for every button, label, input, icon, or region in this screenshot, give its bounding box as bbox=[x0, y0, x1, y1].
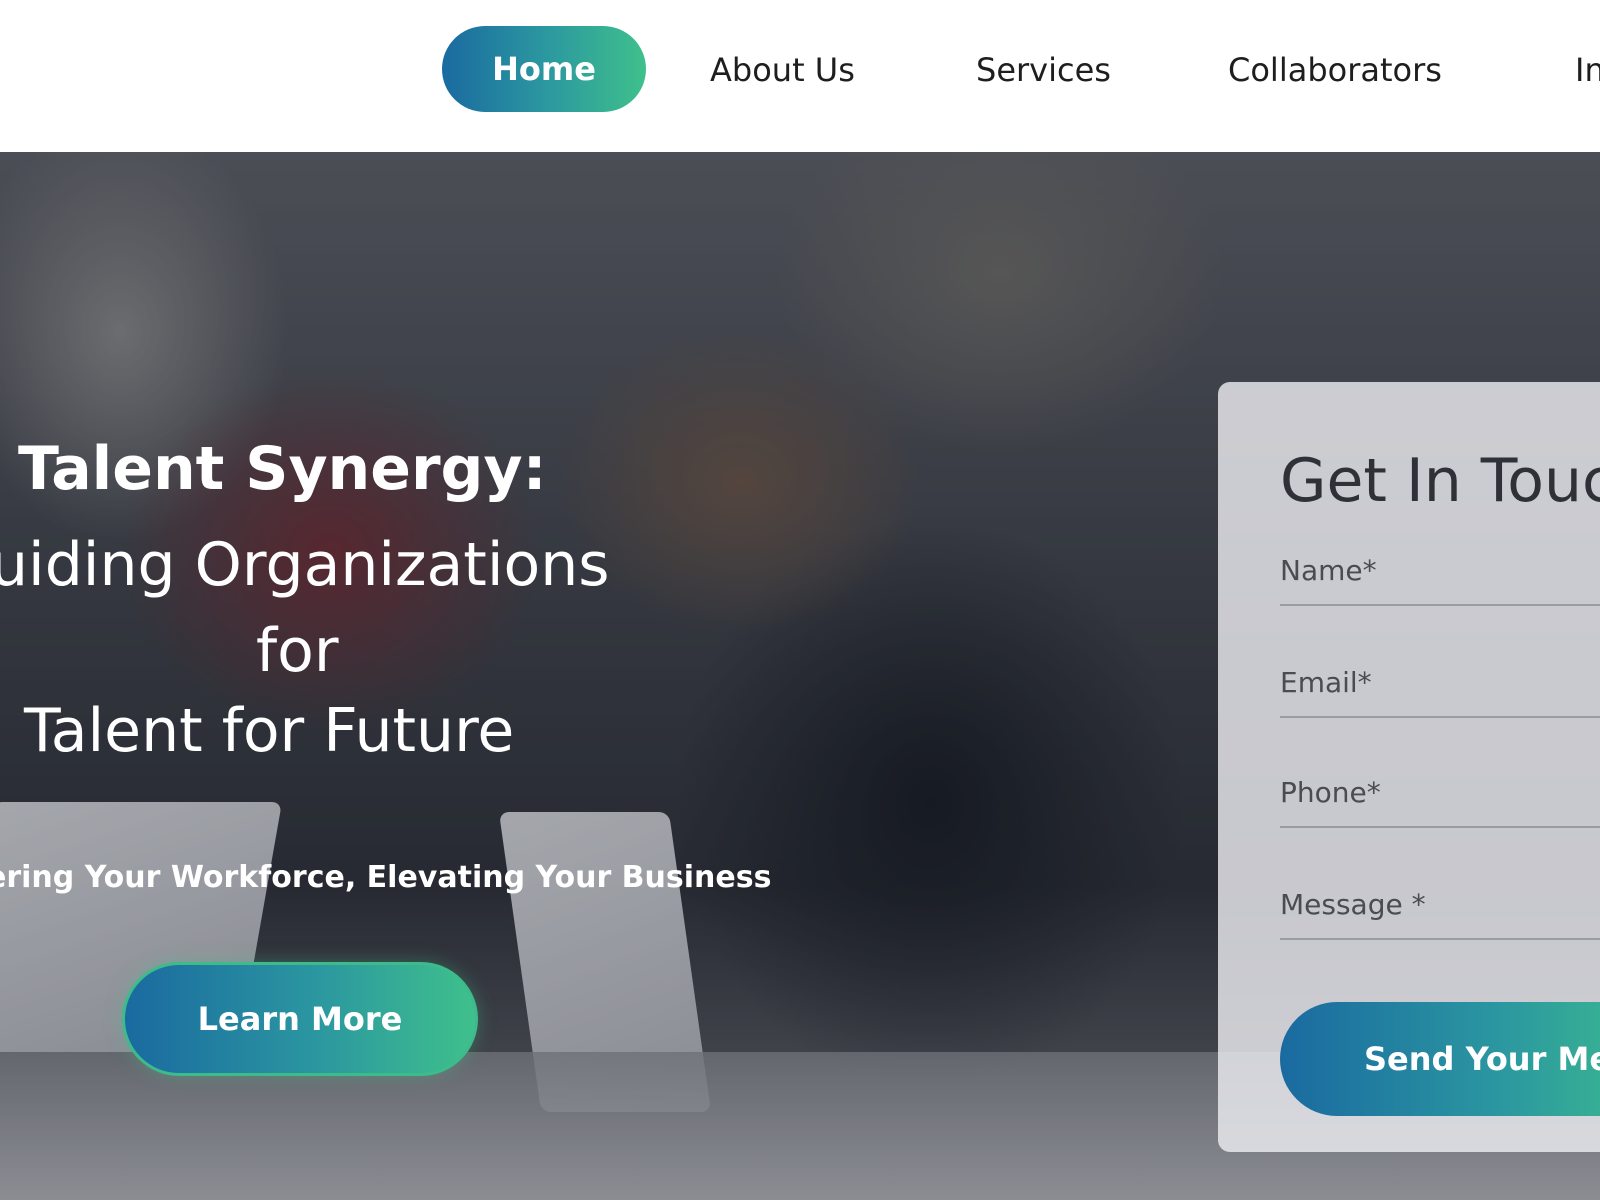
nav-home[interactable]: Home bbox=[442, 26, 646, 112]
hero-title-line-4: Talent for Future bbox=[24, 696, 515, 766]
email-field-placeholder: Email* bbox=[1280, 666, 1372, 699]
nav-about-us[interactable]: About Us bbox=[710, 40, 855, 100]
hero-subtitle: ering Your Workforce, Elevating Your Bus… bbox=[0, 860, 772, 895]
phone-field[interactable]: Phone* bbox=[1280, 768, 1600, 828]
hero-section: Talent Synergy: uiding Organizations for… bbox=[0, 152, 1600, 1200]
message-field[interactable]: Message * bbox=[1280, 880, 1600, 940]
email-field[interactable]: Email* bbox=[1280, 658, 1600, 718]
nav-collaborators[interactable]: Collaborators bbox=[1228, 40, 1442, 100]
hero-title-line-1: Talent Synergy: bbox=[18, 434, 547, 504]
name-field-placeholder: Name* bbox=[1280, 554, 1377, 587]
name-field[interactable]: Name* bbox=[1280, 546, 1600, 606]
hero-title-line-3: for bbox=[256, 616, 339, 686]
top-navigation: Home About Us Services Collaborators In bbox=[0, 0, 1600, 152]
send-message-button[interactable]: Send Your Mes bbox=[1280, 1002, 1600, 1116]
message-field-placeholder: Message * bbox=[1280, 888, 1426, 921]
contact-form-card: Get In Touc Name* Email* Phone* Message … bbox=[1218, 382, 1600, 1152]
contact-form-title: Get In Touc bbox=[1280, 446, 1600, 516]
nav-item-partial[interactable]: In bbox=[1575, 40, 1600, 100]
nav-services[interactable]: Services bbox=[976, 40, 1111, 100]
hero-title-line-2: uiding Organizations bbox=[0, 530, 610, 600]
learn-more-button[interactable]: Learn More bbox=[122, 962, 478, 1076]
phone-field-placeholder: Phone* bbox=[1280, 776, 1381, 809]
